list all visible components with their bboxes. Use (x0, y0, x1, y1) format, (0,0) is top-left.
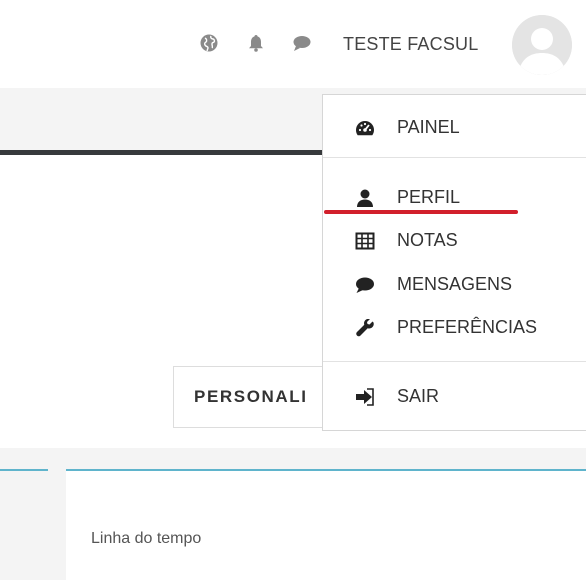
bell-icon[interactable] (246, 33, 266, 53)
timeline-block: Linha do tempo (66, 469, 586, 582)
user-icon (355, 189, 375, 207)
sidebar-block-accent (0, 469, 48, 471)
grid-table-icon (355, 232, 375, 250)
chat-icon (355, 276, 375, 294)
timeline-title: Linha do tempo (91, 530, 202, 547)
menu-item-painel[interactable]: PAINEL (323, 111, 586, 145)
sign-out-icon (355, 388, 375, 406)
menu-item-label: PREFERÊNCIAS (397, 317, 538, 337)
dashboard-icon (355, 119, 375, 137)
user-menu-toggle[interactable]: TESTE FACSUL (343, 34, 478, 55)
menu-divider (323, 361, 586, 362)
menu-item-label: MENSAGENS (397, 274, 513, 294)
menu-item-preferencias[interactable]: PREFERÊNCIAS (323, 311, 586, 345)
highlight-underline (324, 210, 518, 214)
avatar[interactable] (512, 15, 572, 75)
menu-divider (323, 157, 586, 158)
menu-item-label: PAINEL (397, 117, 460, 137)
menu-item-label: NOTAS (397, 230, 458, 250)
top-navbar: TESTE FACSUL (0, 0, 586, 88)
user-dropdown-menu: PAINEL PERFIL NOTAS MENSAGENS PREFERÊNCI… (322, 94, 586, 431)
globe-icon[interactable] (199, 33, 219, 53)
wrench-icon (355, 319, 375, 337)
menu-item-notas[interactable]: NOTAS (323, 224, 586, 258)
menu-item-sair[interactable]: SAIR (323, 380, 586, 414)
menu-item-label: SAIR (397, 386, 440, 406)
chat-icon[interactable] (292, 33, 312, 53)
menu-item-label: PERFIL (397, 187, 461, 207)
menu-item-mensagens[interactable]: MENSAGENS (323, 268, 586, 302)
